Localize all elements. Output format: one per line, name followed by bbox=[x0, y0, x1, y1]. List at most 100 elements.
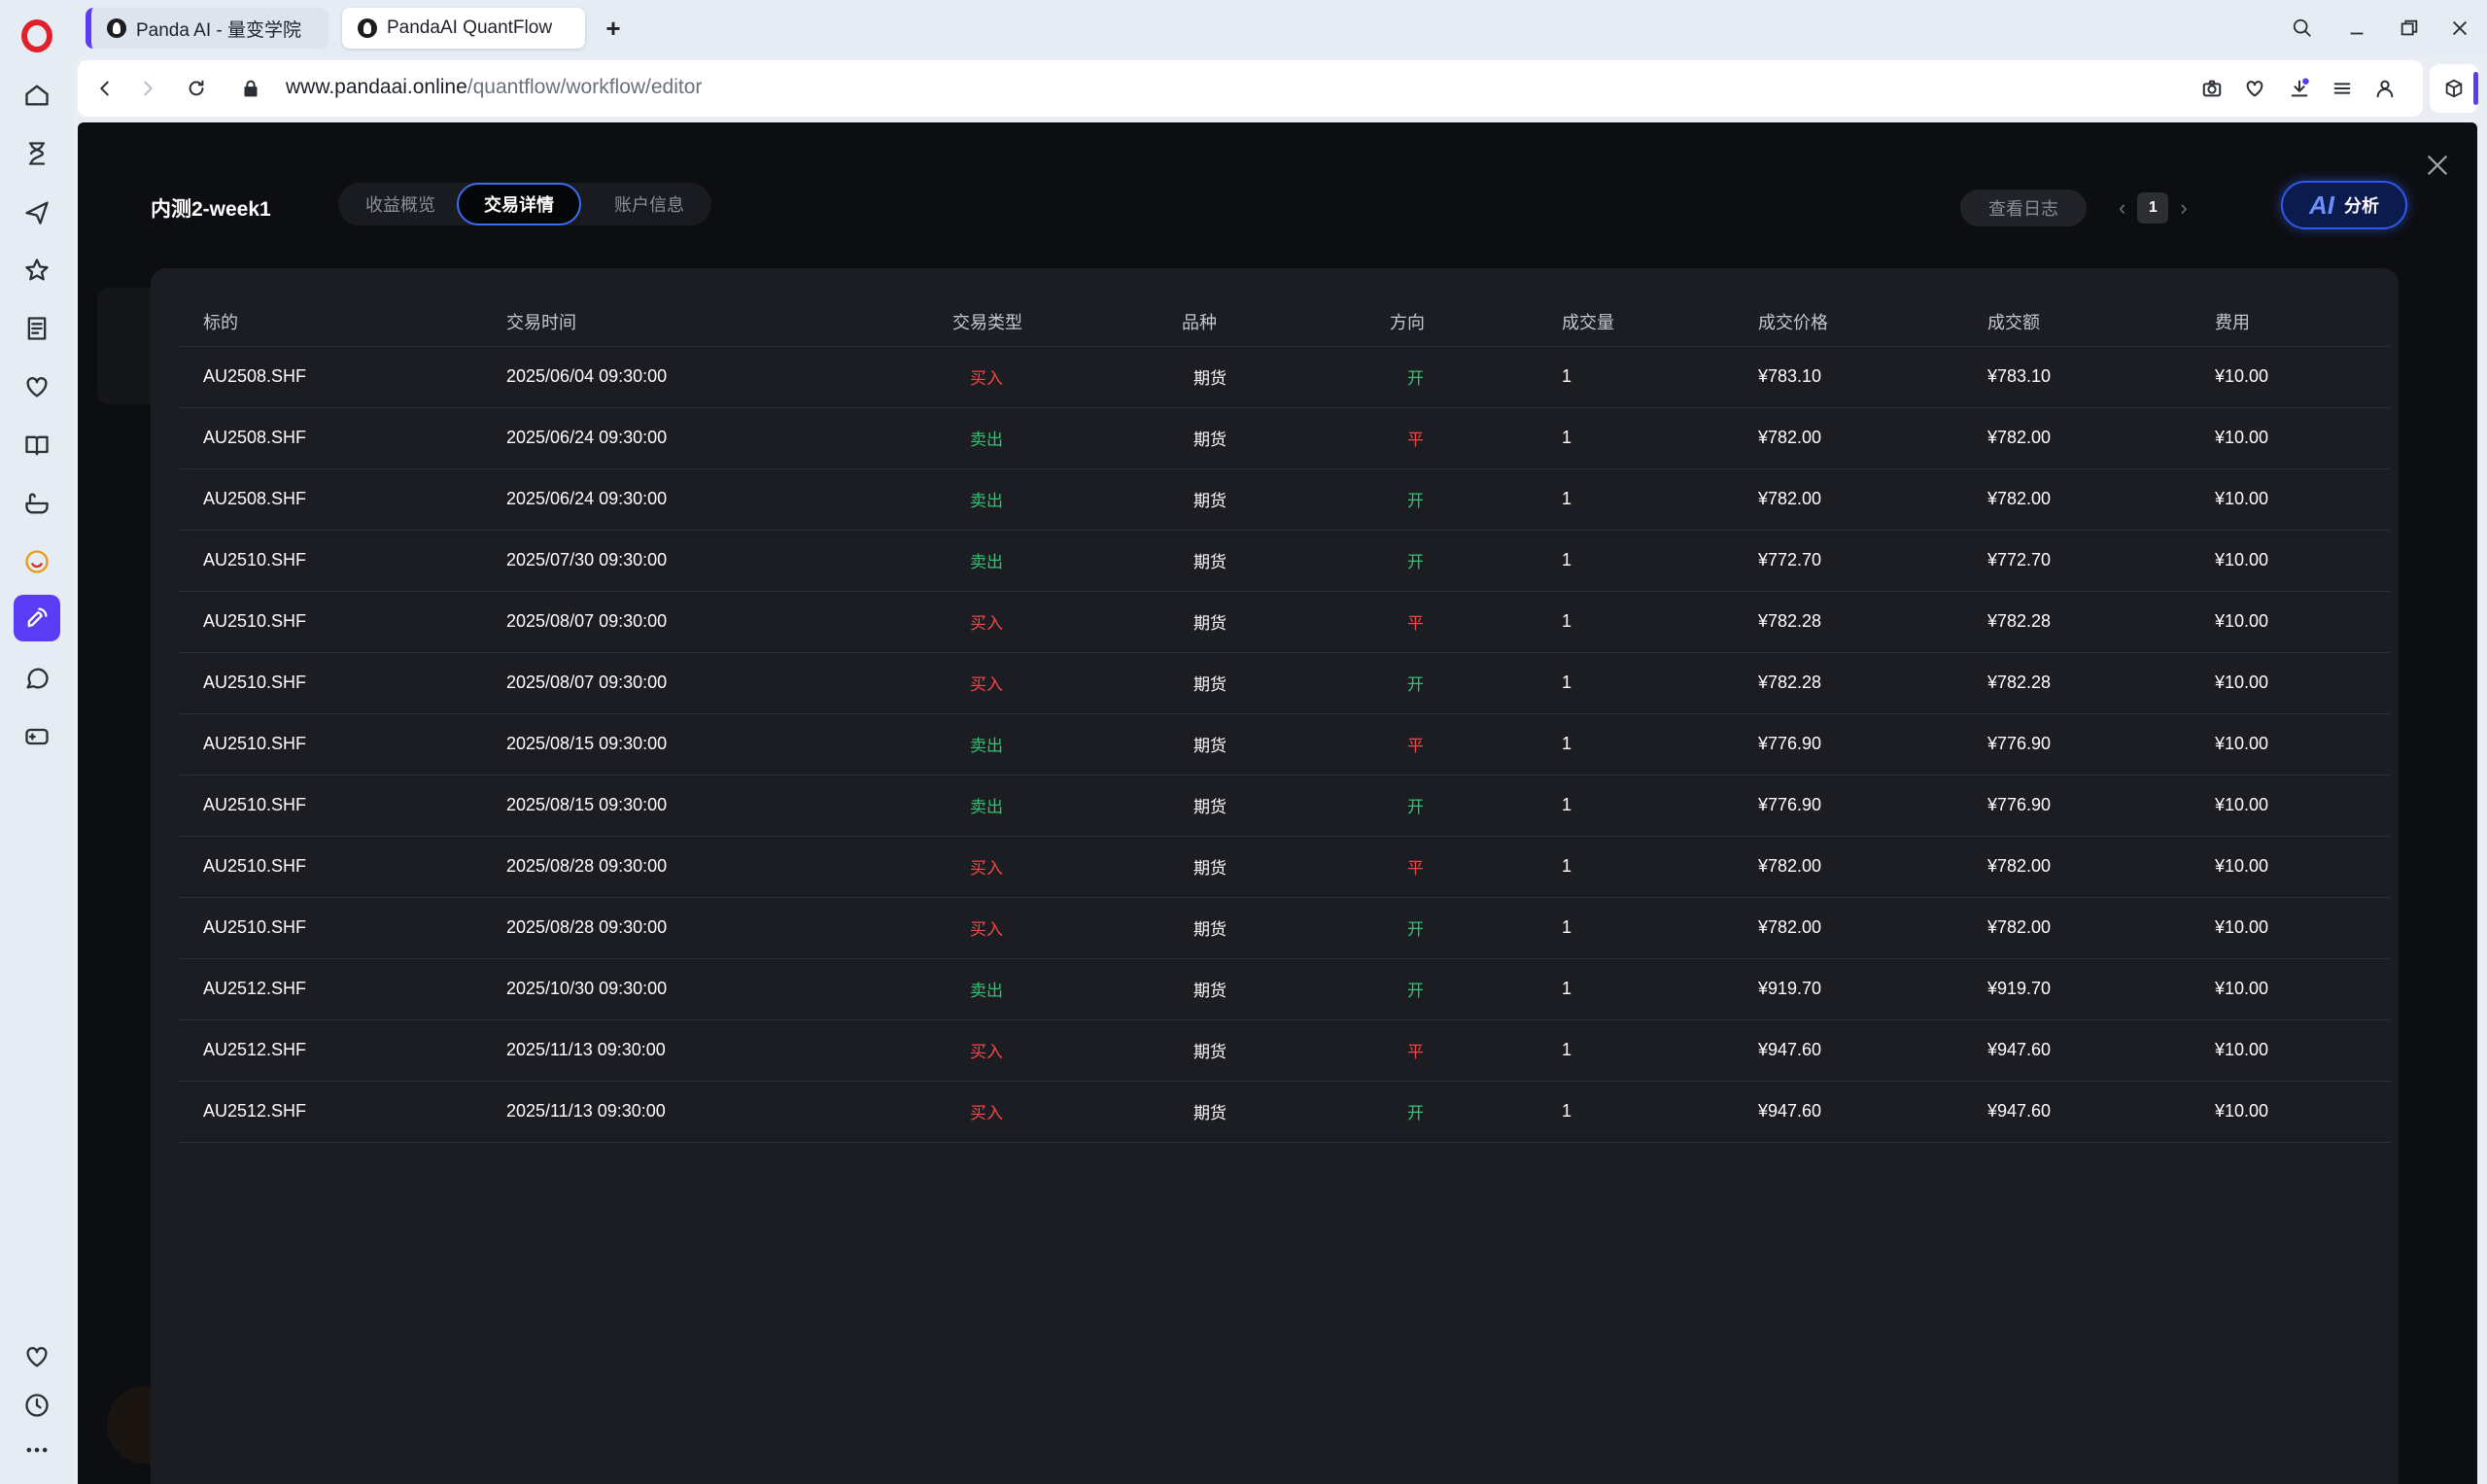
notes-icon[interactable] bbox=[14, 305, 60, 352]
ai-logo-icon: AI bbox=[2309, 190, 2334, 220]
browser-tab-1[interactable]: Panda AI - 量变学院 bbox=[86, 8, 328, 49]
extensions-button[interactable] bbox=[2430, 64, 2478, 113]
url-host: www.pandaai.online bbox=[286, 76, 467, 98]
url-path: /quantflow/workflow/editor bbox=[466, 76, 703, 98]
heart-icon[interactable] bbox=[14, 1333, 60, 1380]
cell-fee: ¥10.00 bbox=[2192, 652, 2390, 714]
browser-tab-2[interactable]: PandaAI QuantFlow bbox=[342, 8, 585, 49]
opera-logo[interactable] bbox=[21, 19, 52, 52]
rocket-icon[interactable] bbox=[14, 595, 60, 641]
next-page-icon[interactable]: › bbox=[2180, 195, 2187, 221]
minimize-icon[interactable] bbox=[2342, 14, 2371, 43]
cell-direction: 开 bbox=[1366, 958, 1538, 1020]
cell-direction: 开 bbox=[1366, 1081, 1538, 1143]
menu-icon[interactable] bbox=[2329, 75, 2356, 102]
cell-time: 2025/08/07 09:30:00 bbox=[483, 652, 929, 714]
heart-chat-icon[interactable] bbox=[14, 363, 60, 410]
cell-side: 买入 bbox=[929, 591, 1158, 653]
cell-fee: ¥10.00 bbox=[2192, 468, 2390, 531]
cell-price: ¥772.70 bbox=[1735, 530, 1964, 592]
gamepad-icon[interactable] bbox=[14, 713, 60, 760]
cell-amount: ¥782.00 bbox=[1964, 407, 2192, 469]
tab-trade-details[interactable]: 交易详情 bbox=[457, 183, 581, 225]
cell-price: ¥782.00 bbox=[1735, 407, 1964, 469]
cell-fee: ¥10.00 bbox=[2192, 897, 2390, 959]
home-icon[interactable] bbox=[14, 72, 60, 119]
cell-price: ¥947.60 bbox=[1735, 1019, 1964, 1082]
cell-amount: ¥776.90 bbox=[1964, 775, 2192, 837]
download-icon[interactable] bbox=[2286, 75, 2313, 102]
emoji-icon[interactable] bbox=[14, 538, 60, 585]
more-icon[interactable] bbox=[14, 1427, 60, 1473]
table-row: AU2510.SHF 2025/08/07 09:30:00 买入 期货平 1 ¥782.… bbox=[180, 591, 2390, 653]
ai-analysis-button[interactable]: AI 分析 bbox=[2281, 181, 2407, 229]
cell-time: 2025/08/15 09:30:00 bbox=[483, 713, 929, 776]
book-icon[interactable] bbox=[14, 422, 60, 468]
close-icon[interactable] bbox=[2420, 148, 2455, 183]
close-icon[interactable] bbox=[2445, 14, 2474, 43]
cell-kind: 期货 bbox=[1158, 836, 1366, 898]
back-icon[interactable] bbox=[91, 75, 119, 102]
clock-icon[interactable] bbox=[14, 1382, 60, 1429]
view-log-button[interactable]: 查看日志 bbox=[1960, 190, 2087, 226]
reload-icon[interactable] bbox=[183, 75, 210, 102]
pagination: ‹ 1 › bbox=[2119, 192, 2188, 224]
cell-price: ¥782.28 bbox=[1735, 652, 1964, 714]
cell-amount: ¥947.60 bbox=[1964, 1081, 2192, 1143]
cell-direction: 开 bbox=[1366, 468, 1538, 531]
forward-icon[interactable] bbox=[134, 75, 161, 102]
cell-fee: ¥10.00 bbox=[2192, 713, 2390, 776]
restore-icon[interactable] bbox=[2395, 14, 2424, 43]
chat-icon[interactable] bbox=[14, 655, 60, 702]
cell-kind: 期货 bbox=[1158, 775, 1366, 837]
cell-symbol: AU2510.SHF bbox=[180, 591, 483, 653]
cell-symbol: AU2508.SHF bbox=[180, 346, 483, 408]
cell-direction: 开 bbox=[1366, 897, 1538, 959]
cell-side: 买入 bbox=[929, 897, 1158, 959]
cell-quantity: 1 bbox=[1538, 407, 1735, 469]
table-body: AU2508.SHF 2025/06/04 09:30:00 买入 期货开 1 ¥783.… bbox=[180, 346, 2390, 1143]
tub-icon[interactable] bbox=[14, 480, 60, 527]
new-tab-button[interactable]: + bbox=[599, 14, 628, 43]
cube-icon bbox=[2445, 79, 2463, 98]
tab-account-info[interactable]: 账户信息 bbox=[587, 183, 711, 225]
ai-button-label: 分析 bbox=[2344, 196, 2379, 216]
prev-page-icon[interactable]: ‹ bbox=[2119, 195, 2125, 221]
cell-amount: ¥783.10 bbox=[1964, 346, 2192, 408]
cell-direction: 平 bbox=[1366, 836, 1538, 898]
cell-kind: 期货 bbox=[1158, 530, 1366, 592]
cell-amount: ¥782.00 bbox=[1964, 836, 2192, 898]
cell-price: ¥776.90 bbox=[1735, 775, 1964, 837]
cell-side: 卖出 bbox=[929, 468, 1158, 531]
cell-amount: ¥782.00 bbox=[1964, 897, 2192, 959]
cell-side: 买入 bbox=[929, 652, 1158, 714]
browser-sidebar bbox=[0, 0, 74, 1484]
cell-quantity: 1 bbox=[1538, 775, 1735, 837]
camera-icon[interactable] bbox=[2198, 75, 2226, 102]
col-time: 交易时间 bbox=[483, 297, 929, 347]
col-side: 交易类型 bbox=[929, 297, 1158, 347]
cell-direction: 开 bbox=[1366, 652, 1538, 714]
plane-icon[interactable] bbox=[14, 189, 60, 235]
cell-direction: 开 bbox=[1366, 346, 1538, 408]
heart-icon[interactable] bbox=[2241, 75, 2268, 102]
cell-fee: ¥10.00 bbox=[2192, 1019, 2390, 1082]
table-row: AU2510.SHF 2025/08/07 09:30:00 买入 期货开 1 ¥782.… bbox=[180, 652, 2390, 714]
address-bar: www.pandaai.online/quantflow/workflow/ed… bbox=[78, 60, 2423, 117]
cell-fee: ¥10.00 bbox=[2192, 958, 2390, 1020]
cell-symbol: AU2512.SHF bbox=[180, 1081, 483, 1143]
star-icon[interactable] bbox=[14, 247, 60, 293]
tab-revenue-overview[interactable]: 收益概览 bbox=[338, 183, 463, 225]
search-icon[interactable] bbox=[2288, 14, 2317, 43]
cell-time: 2025/08/07 09:30:00 bbox=[483, 591, 929, 653]
cell-symbol: AU2508.SHF bbox=[180, 407, 483, 469]
cell-fee: ¥10.00 bbox=[2192, 407, 2390, 469]
table-row: AU2508.SHF 2025/06/24 09:30:00 卖出 期货平 1 ¥782.… bbox=[180, 407, 2390, 469]
cell-direction: 开 bbox=[1366, 530, 1538, 592]
cell-side: 买入 bbox=[929, 836, 1158, 898]
hourglass-icon[interactable] bbox=[14, 130, 60, 177]
url-field[interactable]: www.pandaai.online/quantflow/workflow/ed… bbox=[286, 76, 702, 99]
profile-icon[interactable] bbox=[2371, 75, 2399, 102]
table-row: AU2510.SHF 2025/08/15 09:30:00 卖出 期货开 1 ¥776.… bbox=[180, 775, 2390, 837]
page-number[interactable]: 1 bbox=[2137, 192, 2169, 224]
